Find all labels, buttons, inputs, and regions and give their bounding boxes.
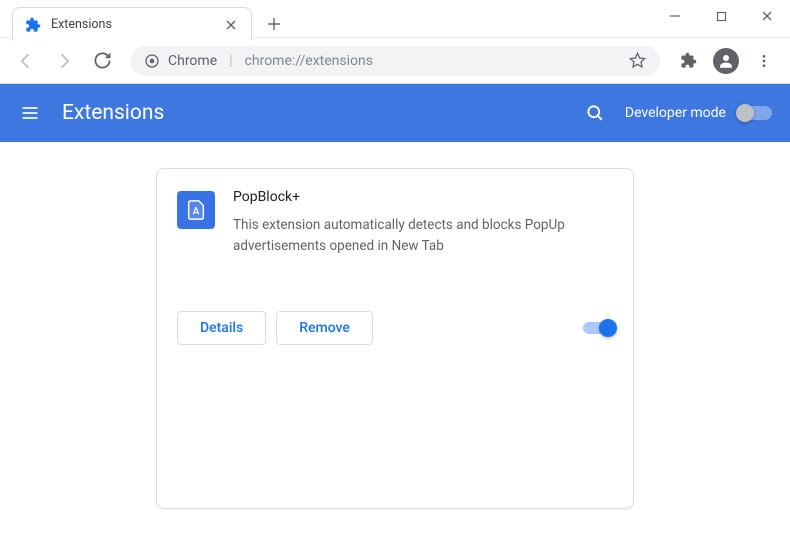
- remove-button[interactable]: Remove: [276, 311, 373, 345]
- reload-button[interactable]: [86, 45, 118, 77]
- developer-mode-label: Developer mode: [625, 105, 726, 121]
- extension-app-icon: A: [177, 191, 215, 229]
- developer-mode-toggle[interactable]: [738, 106, 772, 120]
- tab-close-button[interactable]: [223, 17, 239, 33]
- toggle-knob: [736, 104, 754, 122]
- search-icon[interactable]: [583, 101, 607, 125]
- tab-title: Extensions: [51, 17, 223, 32]
- forward-button[interactable]: [48, 45, 80, 77]
- bookmark-star-icon[interactable]: [629, 52, 646, 69]
- menu-hamburger-icon[interactable]: [18, 101, 42, 125]
- puzzle-piece-icon: [25, 17, 41, 33]
- svg-text:A: A: [193, 207, 200, 218]
- extension-enable-toggle[interactable]: [583, 322, 613, 334]
- browser-toolbar: Chrome | chrome://extensions: [0, 38, 790, 84]
- extensions-appbar: Extensions Developer mode: [0, 84, 790, 142]
- extension-card: A PopBlock+ This extension automatically…: [156, 168, 634, 509]
- kebab-menu-icon[interactable]: [748, 45, 780, 77]
- extension-name: PopBlock+: [233, 189, 613, 205]
- window-close-button[interactable]: [744, 0, 790, 32]
- url-scheme: Chrome: [168, 53, 217, 69]
- url-separator: |: [229, 53, 232, 69]
- extensions-icon[interactable]: [672, 45, 704, 77]
- new-tab-button[interactable]: [260, 10, 288, 38]
- profile-avatar[interactable]: [710, 45, 742, 77]
- window-minimize-button[interactable]: [652, 0, 698, 32]
- window-controls: [652, 0, 790, 32]
- chrome-icon: [144, 53, 160, 69]
- extensions-content: A PopBlock+ This extension automatically…: [0, 142, 790, 535]
- window-maximize-button[interactable]: [698, 0, 744, 32]
- address-bar[interactable]: Chrome | chrome://extensions: [130, 46, 660, 76]
- toggle-knob: [599, 319, 617, 337]
- tab-strip: Extensions: [12, 7, 288, 41]
- back-button[interactable]: [10, 45, 42, 77]
- details-button[interactable]: Details: [177, 311, 266, 345]
- extension-description: This extension automatically detects and…: [233, 215, 613, 257]
- browser-tab[interactable]: Extensions: [12, 7, 252, 41]
- url-path: chrome://extensions: [245, 53, 621, 69]
- page-title: Extensions: [62, 101, 583, 125]
